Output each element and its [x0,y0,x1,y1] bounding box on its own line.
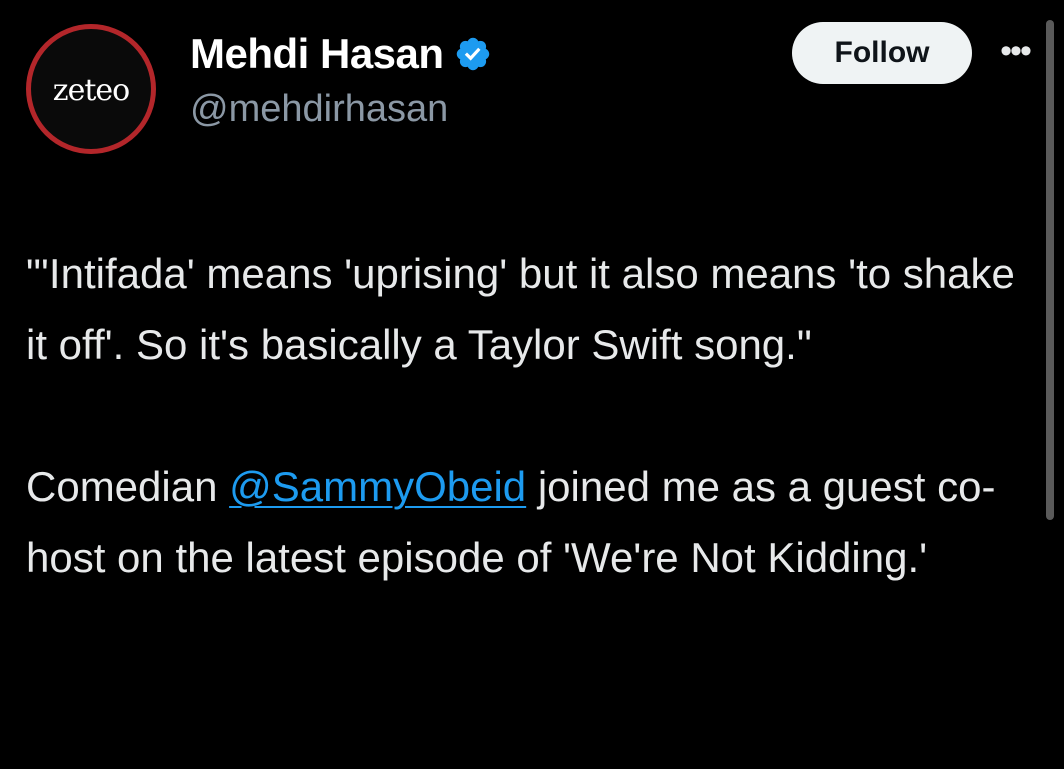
tweet-text: "'Intifada' means 'uprising' but it also… [26,238,1026,593]
tweet-paragraph-quote: "'Intifada' means 'uprising' but it also… [26,250,1015,368]
mention-link[interactable]: @SammyObeid [229,463,526,510]
display-name[interactable]: Mehdi Hasan [190,30,444,78]
author-name-row: Mehdi Hasan [190,26,492,82]
verified-badge-icon [456,37,489,71]
tweet-paragraph-description: Comedian @SammyObeid joined me as a gues… [26,451,1026,593]
more-options-icon[interactable]: ••• [990,34,1040,68]
avatar-logo-text: zeteo [52,72,130,108]
follow-button[interactable]: Follow [792,22,972,84]
tweet-text-before-mention: Comedian [26,463,230,510]
scrollbar[interactable] [1046,20,1054,520]
user-handle[interactable]: @mehdirhasan [190,88,448,131]
avatar[interactable]: zeteo [26,24,156,154]
